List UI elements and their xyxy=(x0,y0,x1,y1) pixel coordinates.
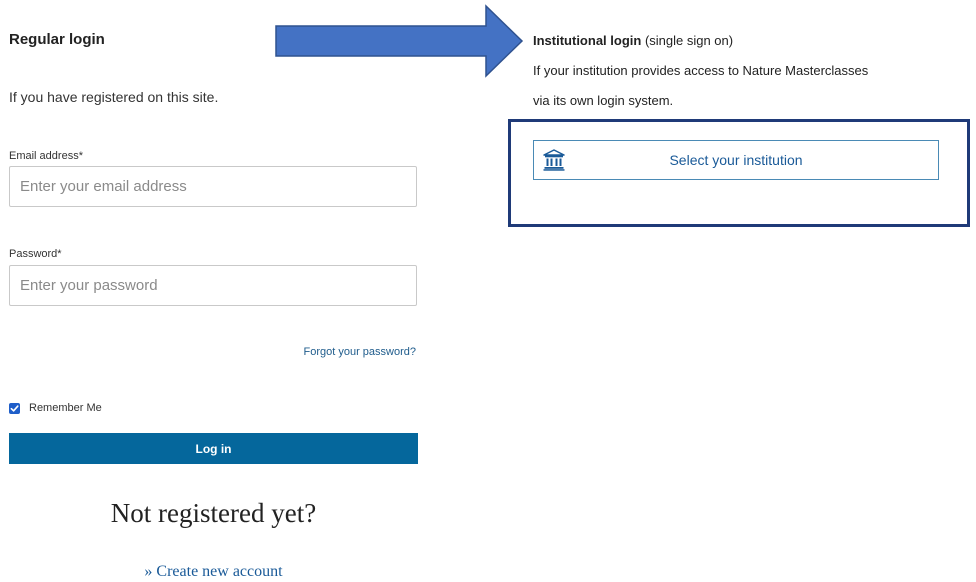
password-label: Password* xyxy=(9,248,62,260)
regular-login-description: If you have registered on this site. xyxy=(9,89,219,105)
login-button[interactable]: Log in xyxy=(9,433,418,464)
create-account-link[interactable]: » Create new account xyxy=(9,563,418,581)
institutional-login-description-line1: If your institution provides access to N… xyxy=(533,63,869,78)
check-icon xyxy=(10,404,19,412)
select-institution-button[interactable]: Select your institution xyxy=(533,140,939,180)
password-input[interactable] xyxy=(9,265,417,306)
email-input[interactable] xyxy=(9,166,417,207)
regular-login-title: Regular login xyxy=(9,31,105,48)
institutional-login-subtitle: (single sign on) xyxy=(641,33,734,48)
forgot-password-link[interactable]: Forgot your password? xyxy=(304,346,417,358)
institutional-login-title: Institutional login xyxy=(533,33,642,48)
remember-me-label: Remember Me xyxy=(29,402,102,414)
email-label: Email address* xyxy=(9,150,83,162)
remember-me-checkbox[interactable] xyxy=(9,402,20,414)
not-registered-heading: Not registered yet? xyxy=(110,498,317,528)
institutional-login-heading: Institutional login (single sign on) xyxy=(533,33,733,48)
remember-me-row[interactable]: Remember Me xyxy=(9,402,102,414)
institutional-login-description-line2: via its own login system. xyxy=(533,93,674,108)
arrow-right-icon xyxy=(275,4,524,78)
select-institution-label: Select your institution xyxy=(669,152,803,168)
